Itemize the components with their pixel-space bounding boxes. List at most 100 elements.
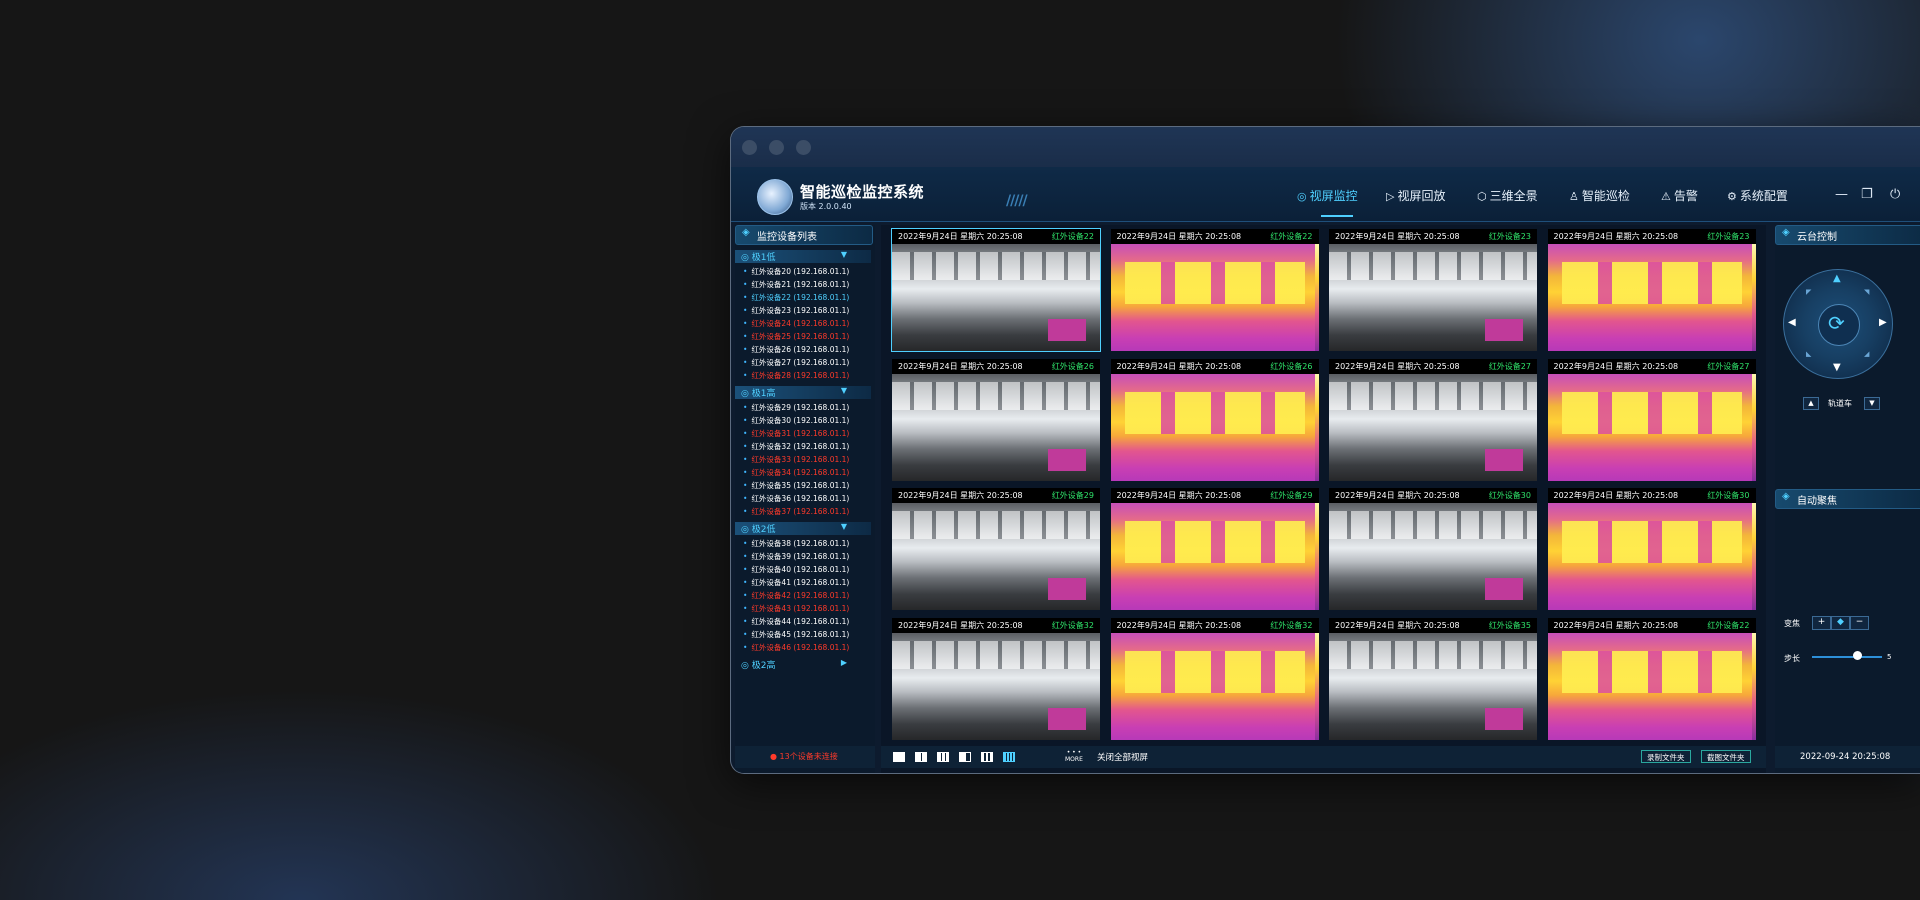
device-list-item[interactable]: • 红外设备26 (192.168.01.1): [743, 344, 849, 355]
nav-3d-panorama[interactable]: ⬡ 三维全景: [1477, 187, 1538, 204]
device-list-item[interactable]: • 红外设备46 (192.168.01.1): [743, 642, 849, 653]
device-group[interactable]: ◎ 极1高 ▼: [735, 386, 871, 399]
device-list-item[interactable]: • 红外设备39 (192.168.01.1): [743, 551, 849, 562]
step-slider-handle[interactable]: [1853, 651, 1862, 660]
device-group[interactable]: ◎ 极1低 ▼: [735, 250, 871, 263]
device-list-item[interactable]: • 红外设备21 (192.168.01.1): [743, 279, 849, 290]
device-list-item[interactable]: • 红外设备31 (192.168.01.1): [743, 428, 849, 439]
user-icon: ♙: [1569, 190, 1579, 203]
more-layouts-button[interactable]: • • • MORE: [1065, 749, 1083, 763]
device-group-name: 极2高: [751, 661, 776, 671]
layout-1-icon[interactable]: [893, 752, 905, 762]
power-icon[interactable]: ⏻: [1890, 187, 1900, 202]
screenshot-folder-button[interactable]: 截图文件夹: [1701, 750, 1751, 763]
ptz-down-right-icon[interactable]: ◢: [1864, 350, 1869, 358]
device-group[interactable]: ◎ 极2低 ▼: [735, 522, 871, 535]
ptz-up-right-icon[interactable]: ◥: [1864, 288, 1869, 296]
thermal-video-tile[interactable]: 2022年9月24日 星期六 20:25:08 红外设备22: [1547, 617, 1756, 740]
restore-icon[interactable]: ❐: [1861, 187, 1873, 202]
track-up-button[interactable]: ▲: [1803, 397, 1819, 410]
device-list-item[interactable]: • 红外设备42 (192.168.01.1): [743, 590, 849, 601]
thermal-video-tile[interactable]: 2022年9月24日 星期六 20:25:08 红外设备32: [1110, 617, 1319, 740]
traffic-light-close[interactable]: [742, 140, 757, 155]
device-list-item[interactable]: • 红外设备35 (192.168.01.1): [743, 480, 849, 491]
ptz-header: ◈ 云台控制: [1775, 225, 1920, 245]
status-dot-icon: •: [743, 358, 748, 367]
camera-video-tile[interactable]: 2022年9月24日 星期六 20:25:08 红外设备29: [892, 488, 1100, 610]
device-list-item[interactable]: • 红外设备34 (192.168.01.1): [743, 467, 849, 478]
layout-4-icon[interactable]: [915, 752, 927, 762]
device-list-item[interactable]: • 红外设备36 (192.168.01.1): [743, 493, 849, 504]
nav-video-playback[interactable]: ▷ 视屏回放: [1386, 187, 1445, 204]
traffic-light-zoom[interactable]: [796, 140, 811, 155]
caret-right-icon[interactable]: ▶: [841, 658, 847, 667]
ptz-dial[interactable]: ⟳ ▲ ▼ ◀ ▶ ◤ ◥ ◣ ◢: [1783, 269, 1893, 379]
minimize-icon[interactable]: —: [1835, 187, 1848, 202]
close-all-button[interactable]: 关闭全部视屏: [1097, 751, 1148, 763]
thermal-video-tile[interactable]: 2022年9月24日 星期六 20:25:08 红外设备26: [1110, 358, 1319, 481]
camera-video-tile[interactable]: 2022年9月24日 星期六 20:25:08 红外设备35: [1329, 617, 1537, 740]
camera-video-tile[interactable]: 2022年9月24日 星期六 20:25:08 红外设备22: [891, 228, 1101, 352]
device-list-item[interactable]: • 红外设备24 (192.168.01.1): [743, 318, 849, 329]
thermal-video-tile[interactable]: 2022年9月24日 星期六 20:25:08 红外设备29: [1110, 488, 1319, 610]
ptz-left-arrow-icon[interactable]: ◀: [1788, 317, 1796, 328]
ptz-up-arrow-icon[interactable]: ▲: [1833, 273, 1841, 284]
thermal-video-tile[interactable]: 2022年9月24日 星期六 20:25:08 红外设备22: [1110, 229, 1319, 351]
layout-9-icon[interactable]: [981, 752, 993, 762]
tile-header: 2022年9月24日 星期六 20:25:08 红外设备23: [1329, 229, 1537, 244]
layout-16-icon[interactable]: [1003, 752, 1015, 762]
device-list-item[interactable]: • 红外设备29 (192.168.01.1): [743, 402, 849, 413]
device-list-item[interactable]: • 红外设备23 (192.168.01.1): [743, 305, 849, 316]
device-name: 红外设备26 (192.168.01.1): [751, 345, 850, 354]
caret-down-icon[interactable]: ▼: [841, 386, 847, 395]
track-down-button[interactable]: ▼: [1864, 397, 1880, 410]
ptz-right-arrow-icon[interactable]: ▶: [1879, 317, 1887, 328]
nav-system-config[interactable]: ⚙ 系统配置: [1727, 187, 1788, 204]
app-header: 智能巡检监控系统 版本 2.0.0.40 ///// ◎ 视屏监控 ▷ 视屏回放 ⬡…: [731, 167, 1920, 222]
nav-video-monitor[interactable]: ◎ 视屏监控: [1297, 187, 1358, 204]
device-list-item[interactable]: • 红外设备22 (192.168.01.1): [743, 292, 849, 303]
thermal-video-tile[interactable]: 2022年9月24日 星期六 20:25:08 红外设备23: [1547, 229, 1756, 351]
zoom-out-button[interactable]: −: [1850, 616, 1869, 630]
device-list-item[interactable]: • 红外设备25 (192.168.01.1): [743, 331, 849, 342]
layout-8-icon[interactable]: [959, 752, 971, 762]
ptz-down-arrow-icon[interactable]: ▼: [1833, 362, 1841, 373]
device-group[interactable]: ◎ 极2高 ▶: [735, 658, 871, 671]
camera-video-tile[interactable]: 2022年9月24日 星期六 20:25:08 红外设备30: [1329, 488, 1537, 610]
thermal-video-tile[interactable]: 2022年9月24日 星期六 20:25:08 红外设备27: [1547, 358, 1756, 481]
camera-video-tile[interactable]: 2022年9月24日 星期六 20:25:08 红外设备32: [892, 617, 1100, 740]
device-list-item[interactable]: • 红外设备37 (192.168.01.1): [743, 506, 849, 517]
device-name: 红外设备31 (192.168.01.1): [751, 429, 850, 438]
zoom-in-button[interactable]: +: [1812, 616, 1831, 630]
device-list-item[interactable]: • 红外设备43 (192.168.01.1): [743, 603, 849, 614]
device-list-item[interactable]: • 红外设备44 (192.168.01.1): [743, 616, 849, 627]
device-list-item[interactable]: • 红外设备20 (192.168.01.1): [743, 266, 849, 277]
caret-down-icon[interactable]: ▼: [841, 250, 847, 259]
traffic-light-minimize[interactable]: [769, 140, 784, 155]
step-slider[interactable]: [1812, 656, 1882, 658]
device-list-item[interactable]: • 红外设备41 (192.168.01.1): [743, 577, 849, 588]
device-list-item[interactable]: • 红外设备30 (192.168.01.1): [743, 415, 849, 426]
device-list-item[interactable]: • 红外设备45 (192.168.01.1): [743, 629, 849, 640]
record-folder-button[interactable]: 录制文件夹: [1641, 750, 1691, 763]
nav-alarm[interactable]: ⚠ 告警: [1661, 187, 1698, 204]
nav-smart-inspection[interactable]: ♙ 智能巡检: [1569, 187, 1630, 204]
device-list-item[interactable]: • 红外设备27 (192.168.01.1): [743, 357, 849, 368]
device-list-item[interactable]: • 红外设备32 (192.168.01.1): [743, 441, 849, 452]
camera-video-tile[interactable]: 2022年9月24日 星期六 20:25:08 红外设备23: [1329, 229, 1537, 351]
zoom-center-button[interactable]: ◆: [1831, 616, 1850, 630]
ptz-up-left-icon[interactable]: ◤: [1806, 288, 1811, 296]
device-list-item[interactable]: • 红外设备28 (192.168.01.1): [743, 370, 849, 381]
thermal-feed: [1547, 373, 1756, 481]
layout-6-icon[interactable]: [937, 752, 949, 762]
device-list-item[interactable]: • 红外设备40 (192.168.01.1): [743, 564, 849, 575]
tile-device-name: 红外设备23: [1488, 232, 1531, 241]
device-list-item[interactable]: • 红外设备38 (192.168.01.1): [743, 538, 849, 549]
device-list-item[interactable]: • 红外设备33 (192.168.01.1): [743, 454, 849, 465]
camera-video-tile[interactable]: 2022年9月24日 星期六 20:25:08 红外设备27: [1329, 358, 1537, 481]
thermal-video-tile[interactable]: 2022年9月24日 星期六 20:25:08 红外设备30: [1547, 488, 1756, 610]
ptz-down-left-icon[interactable]: ◣: [1806, 350, 1811, 358]
caret-down-icon[interactable]: ▼: [841, 522, 847, 531]
tile-timestamp: 2022年9月24日 星期六 20:25:08: [898, 361, 1023, 371]
camera-video-tile[interactable]: 2022年9月24日 星期六 20:25:08 红外设备26: [892, 358, 1100, 481]
